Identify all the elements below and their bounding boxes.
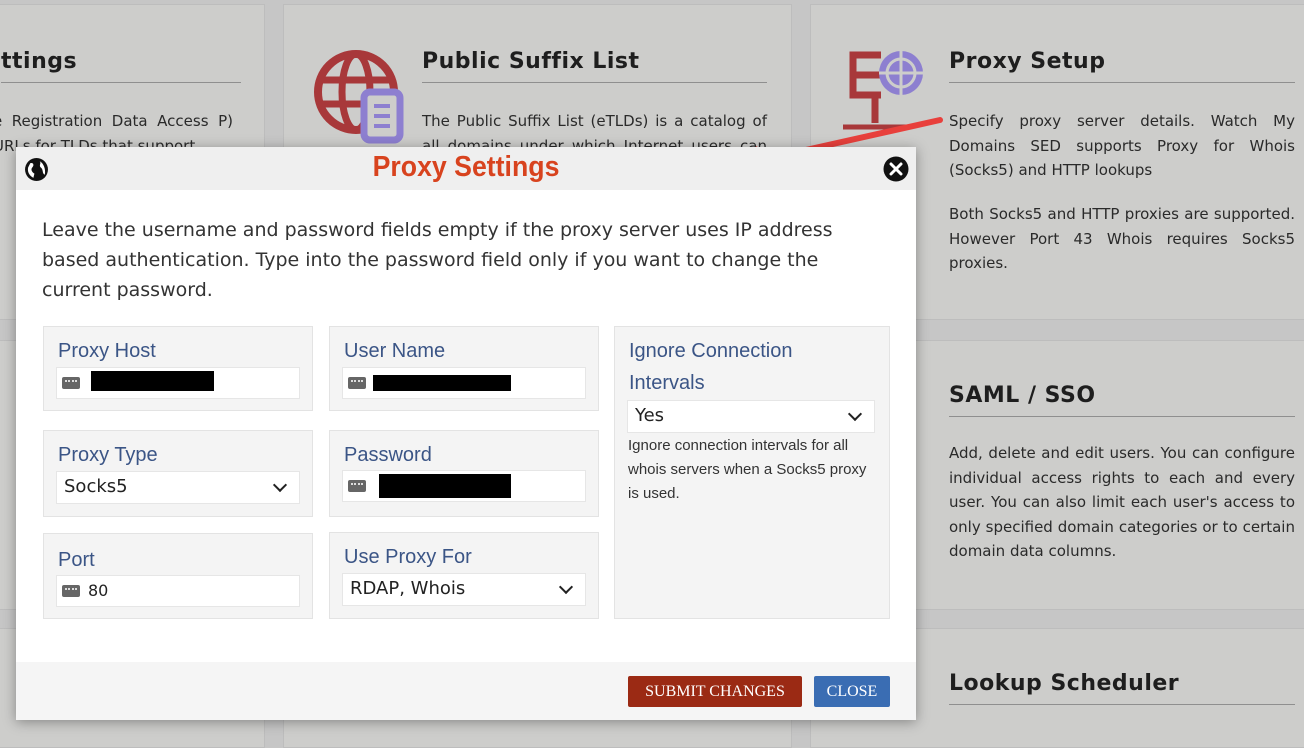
user-name-panel: User Name	[329, 326, 599, 411]
redacted-value	[91, 371, 214, 391]
ignore-intervals-help: Ignore connection intervals for all whoi…	[628, 437, 867, 502]
proxy-type-value: Socks5	[64, 476, 128, 497]
proxy-settings-dialog: Proxy Settings Leave the username and pa…	[16, 147, 916, 720]
dialog-title: Proxy Settings	[372, 151, 560, 183]
password-input[interactable]	[342, 470, 586, 502]
ignore-intervals-panel: Ignore Connection Intervals Yes Ignore c…	[614, 326, 890, 619]
keyboard-icon	[62, 585, 80, 597]
port-value: 80	[88, 581, 109, 600]
dialog-footer: SUBMIT CHANGES CLOSE	[16, 662, 916, 720]
keyboard-icon	[348, 377, 366, 389]
redacted-value	[379, 474, 511, 498]
port-panel: Port 80	[43, 533, 313, 619]
proxy-host-label: Proxy Host	[58, 340, 156, 362]
close-icon[interactable]	[883, 156, 909, 182]
proxy-host-input[interactable]	[56, 367, 300, 399]
user-name-input[interactable]	[342, 367, 586, 399]
globe-icon	[25, 158, 48, 181]
dialog-description: Leave the username and password fields e…	[42, 219, 833, 301]
chevron-down-icon	[558, 579, 574, 595]
chevron-down-icon	[272, 477, 288, 493]
use-proxy-for-panel: Use Proxy For RDAP, Whois	[329, 532, 599, 619]
chevron-down-icon	[847, 406, 863, 422]
password-panel: Password	[329, 430, 599, 517]
ignore-intervals-value: Yes	[635, 405, 665, 426]
keyboard-icon	[62, 377, 80, 389]
redacted-value	[373, 375, 511, 391]
proxy-type-select[interactable]: Socks5	[56, 471, 300, 504]
port-input[interactable]: 80	[56, 575, 300, 607]
password-label: Password	[344, 444, 432, 466]
use-proxy-for-label: Use Proxy For	[344, 546, 472, 568]
keyboard-icon	[348, 480, 366, 492]
proxy-type-panel: Proxy Type Socks5	[43, 430, 313, 517]
proxy-type-label: Proxy Type	[58, 444, 158, 466]
port-label: Port	[58, 549, 95, 571]
submit-changes-button[interactable]: SUBMIT CHANGES	[628, 676, 802, 707]
dialog-header: Proxy Settings	[16, 147, 916, 190]
close-button[interactable]: CLOSE	[814, 676, 890, 707]
proxy-host-panel: Proxy Host	[43, 326, 313, 411]
use-proxy-for-value: RDAP, Whois	[350, 578, 466, 599]
ignore-intervals-select[interactable]: Yes	[627, 400, 875, 433]
ignore-intervals-label: Ignore Connection Intervals	[629, 340, 793, 394]
user-name-label: User Name	[344, 340, 446, 362]
use-proxy-for-select[interactable]: RDAP, Whois	[342, 573, 586, 606]
